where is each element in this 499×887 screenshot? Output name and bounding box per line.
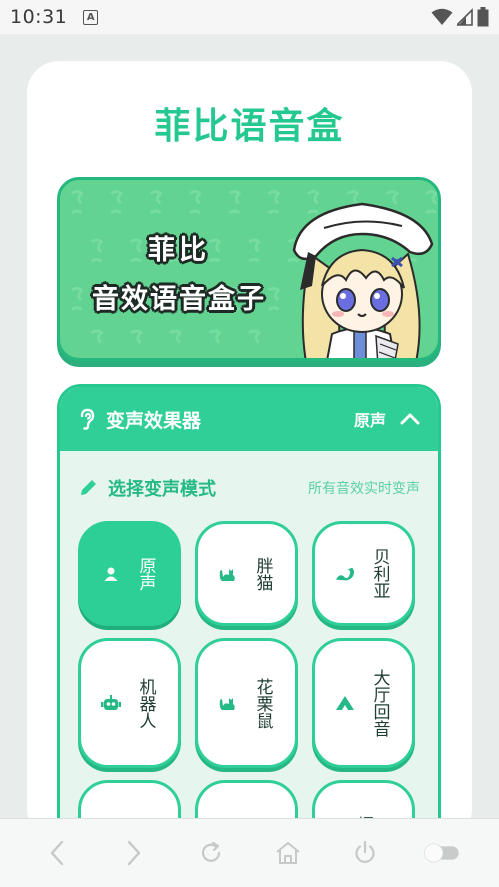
cellular-icon	[457, 8, 473, 26]
mode-label: 胖猫	[252, 556, 273, 591]
mode-button-belial[interactable]: 贝利亚	[312, 521, 415, 626]
status-icons	[431, 7, 489, 27]
mode-button-original[interactable]: 原声	[78, 521, 181, 626]
mode-label: 机器人	[135, 677, 156, 729]
banner-text: 菲比 音效语音盒子	[74, 228, 284, 316]
robot-icon	[100, 694, 121, 712]
pencil-icon	[81, 480, 96, 495]
power-icon[interactable]	[345, 833, 385, 873]
battery-icon	[477, 7, 489, 27]
panel-title: 变声效果器	[106, 409, 202, 432]
app-card: 菲比语音盒 菲比 音效语音盒子 变声效果器 原声 选择变声模式 所有音效实时变声…	[27, 61, 472, 841]
ear-icon	[80, 408, 95, 430]
panel-header[interactable]: 变声效果器 原声	[60, 387, 438, 451]
status-time: 10:31	[10, 6, 68, 28]
mode-label: 原声	[135, 556, 156, 591]
mode-label: 大厅回音	[369, 669, 390, 737]
refresh-icon[interactable]	[191, 833, 231, 873]
mascot-illustration	[292, 202, 434, 358]
mode-label: 花栗鼠	[252, 677, 273, 729]
mode-grid: 原声 胖猫 贝利亚 机器人 花栗鼠 大厅回音	[78, 521, 415, 841]
notification-icon: A	[83, 9, 99, 25]
dragon-icon	[335, 566, 355, 582]
home-icon[interactable]	[268, 833, 308, 873]
select-mode-hint: 所有音效实时变声	[308, 481, 420, 497]
mode-label: 贝利亚	[369, 548, 390, 599]
voice-changer-panel: 变声效果器 原声 选择变声模式 所有音效实时变声 原声 胖猫 贝利亚 机器人 花…	[57, 384, 441, 841]
person-icon	[101, 566, 121, 582]
app-title: 菲比语音盒	[154, 106, 345, 147]
banner-subtitle: 音效语音盒子	[92, 284, 266, 315]
mode-subheader: 选择变声模式 所有音效实时变声	[60, 475, 438, 501]
wifi-icon	[431, 8, 453, 25]
select-mode-label: 选择变声模式	[108, 479, 216, 500]
mountain-icon	[335, 695, 355, 711]
mode-button-robot[interactable]: 机器人	[78, 638, 181, 768]
toggle-icon[interactable]	[422, 833, 462, 873]
status-bar: 10:31 A	[0, 0, 499, 34]
mode-button-hall-echo[interactable]: 大厅回音	[312, 638, 415, 768]
forward-icon[interactable]	[114, 833, 154, 873]
cat-icon	[218, 565, 238, 583]
banner[interactable]: 菲比 音效语音盒子	[57, 177, 441, 361]
mode-button-chipmunk[interactable]: 花栗鼠	[195, 638, 298, 768]
chevron-up-icon[interactable]	[400, 412, 420, 426]
bottom-nav-bar	[0, 818, 499, 887]
mode-button-fat-cat[interactable]: 胖猫	[195, 521, 298, 626]
cat-icon	[218, 694, 238, 712]
banner-title: 菲比	[148, 235, 210, 266]
back-icon[interactable]	[37, 833, 77, 873]
current-mode: 原声	[353, 411, 386, 430]
